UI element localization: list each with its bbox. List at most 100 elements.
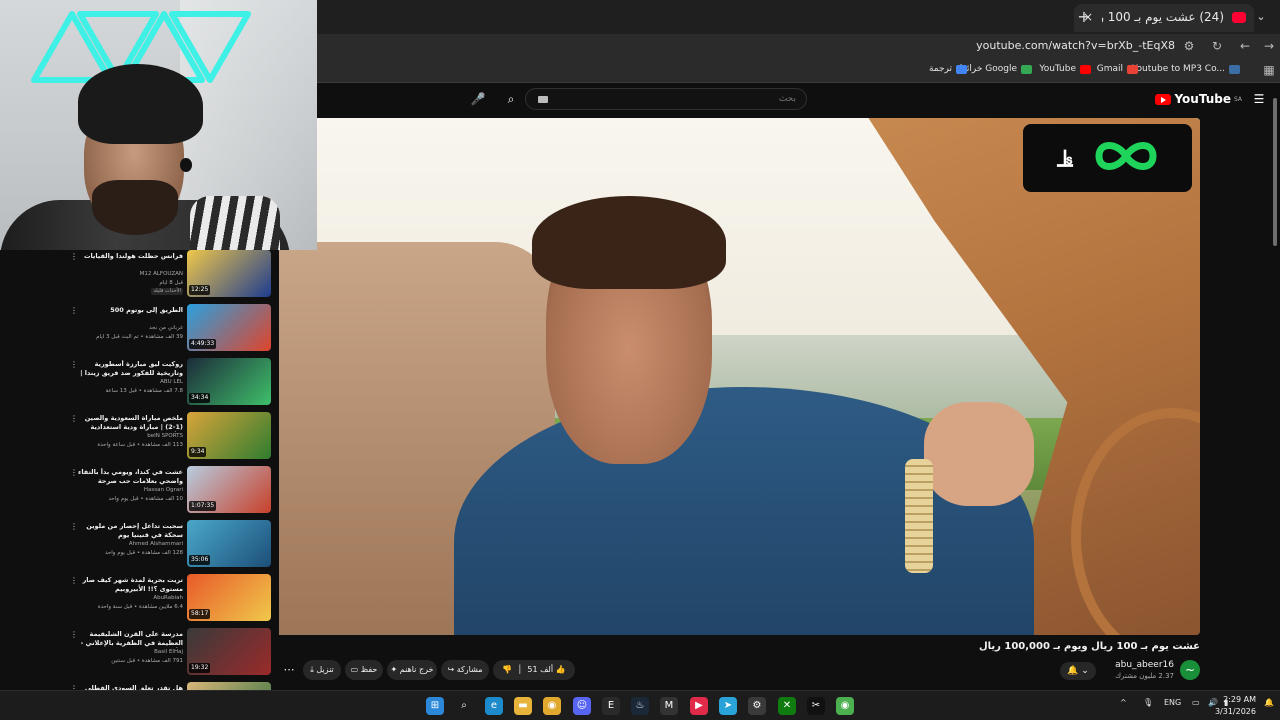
recommendation-title[interactable]: عشت في كندا، ويومي بدأ بالتقاء واضحي بعل… [73,468,183,486]
recommendation-duration: 19:32 [189,663,211,673]
webcam-shirt-stripes [190,196,280,250]
settings-icon[interactable]: ⚙ [748,697,766,715]
recommendation-item[interactable]: ⋮هل تقدر تعلق السودي الفطلي من حبهم؟ 5#P… [60,682,279,690]
language-indicator[interactable]: ENG [1164,698,1181,707]
keyboard-icon[interactable] [538,96,548,103]
recommendation-channel[interactable]: ABU LEL [73,379,183,385]
channel-avatar[interactable]: ~ [1180,660,1200,680]
recommendation-meta: 10 ألف مشاهدة • قبل يوم واحد [108,496,183,502]
search-button-icon[interactable]: ⌕ [500,88,522,110]
steam-icon[interactable]: ♨ [631,697,649,715]
forward-arrow-icon[interactable]: → [1260,37,1278,55]
save-button[interactable]: ▭ حفظ [345,660,383,680]
recommendation-channel[interactable]: beIN SPORTS [73,433,183,439]
recommendation-channel[interactable]: Hassan Ograri [73,487,183,493]
youtube-logo-text: YouTube [1174,92,1231,106]
recommendation-channel[interactable]: M12 ALFOUZAN [73,271,183,277]
recommendation-channel[interactable]: غرباني من نجد [73,325,183,331]
ea-app-icon[interactable]: M [660,697,678,715]
network-icon[interactable]: ▭ [1192,698,1200,707]
back-arrow-icon[interactable]: ← [1236,37,1254,55]
video-owner: ~ abu_abeer16 2.37 مليون مشترك 🔔 ⌄ [970,660,1200,684]
edge-icon[interactable]: e [485,697,503,715]
xbox-icon[interactable]: ✕ [778,697,796,715]
recommendation-thumbnail[interactable]: 19:32 [187,628,271,675]
menu-icon[interactable]: ☰ [1252,92,1266,106]
search-icon[interactable]: ⌕ [455,697,473,715]
system-clock[interactable]: 2:29 AM 3/31/2026 [1206,694,1256,718]
recommendation-title[interactable]: الطريق إلى بوتوم 500 [73,306,183,315]
channel-name[interactable]: abu_abeer16 [1115,660,1174,670]
voice-search-icon[interactable]: 🎤 [467,88,489,110]
site-settings-icon[interactable]: ⚙ [1180,37,1198,55]
recommendation-item[interactable]: ⋮ 4:49:33 الطريق إلى بوتوم 500 غرباني من نج… [60,304,279,358]
infinity-logo-icon [1095,142,1157,170]
apps-grid-icon[interactable]: ▦ [1260,61,1278,79]
notification-bell-button[interactable]: 🔔 ⌄ [1060,662,1096,680]
share-button[interactable]: ↪ مشاركة [441,660,489,680]
recommendation-title[interactable]: روكيت ليق مبارزة أسطورية وتاريخية للفكور… [73,360,183,378]
bookmark-youtube[interactable]: YouTube [1039,64,1091,74]
recommendation-title[interactable]: مدرسة على القرن الشليقيمة العظيمة في الظ… [73,630,183,648]
recommendation-item[interactable]: ⋮ 9:34 ملخص مباراة السعودية والصين (1-2) |… [60,412,279,466]
recommendation-meta: 791 ألف مشاهدة • قبل سنتين [111,658,183,664]
recommendation-item[interactable]: ⋮ 19:32 مدرسة على القرن الشليقيمة العظيمة … [60,628,279,682]
reload-icon[interactable]: ↻ [1208,37,1226,55]
bookmark-gmail[interactable]: Gmail [1097,64,1138,74]
recommendation-thumbnail[interactable]: 12:25 [187,250,271,297]
recommendation-title[interactable]: فرانس حظلت هولندا والقيايات [73,252,183,261]
dislike-icon[interactable]: 👎 [502,665,512,674]
bookmark-youtube-to-mp3[interactable]: Youtube to MP3 Co... [1132,64,1240,74]
recommendation-thumbnail[interactable]: 34:34 [187,358,271,405]
new-tab-button[interactable]: + [1074,7,1094,27]
webcam-beard [92,180,178,235]
recommendation-item[interactable]: ⋮ 35:06 سحبت تداعل إحصار من ملوين سحكة في … [60,520,279,574]
address-bar-url[interactable]: youtube.com/watch?v=brXb_-tEqX8 [976,39,1175,52]
windows-start-icon[interactable]: ⊞ [426,697,444,715]
video-frame-hand [923,402,1035,506]
search-box [525,88,807,110]
recommendation-title[interactable]: تريت بحرية لمدة شهر كيف صار مستوى ؟!! ال… [73,576,183,594]
recommendation-title[interactable]: ملخص مباراة السعودية والصين (1-2) | مبار… [73,414,183,432]
microphone-icon[interactable]: 🎙 [1143,698,1153,707]
recommendation-meta: 128 ألف مشاهدة • قبل يوم واحد [104,550,183,556]
recommendation-thumbnail[interactable]: 1:07:35 [187,466,271,513]
youtube-logo[interactable]: YouTube SA [1155,92,1242,106]
recommendation-thumbnail[interactable]: 58:17 [187,574,271,621]
like-icon[interactable]: 👍 [556,665,566,674]
recommendation-channel[interactable]: Ahmed Alshammari [73,541,183,547]
recommendation-item[interactable]: ⋮ 34:34 روكيت ليق مبارزة أسطورية وتاريخية … [60,358,279,412]
bookmark-translate[interactable]: ترجمة [929,64,967,74]
recommendation-item[interactable]: ⋮ 12:25 فرانس حظلت هولندا والقيايات M12 ALF… [60,250,279,304]
capcut-icon[interactable]: ✂ [807,697,825,715]
page-scrollbar[interactable] [1270,84,1280,689]
chrome-beta-icon[interactable]: ◉ [836,697,854,715]
recommendation-thumbnail[interactable]: 9:34 [187,412,271,459]
notifications-icon[interactable]: 🔔 [1264,698,1274,707]
more-actions-icon[interactable]: ⋯ [279,660,299,680]
epic-games-icon[interactable]: E [602,697,620,715]
media-player-icon[interactable]: ▶ [690,697,708,715]
ask-button[interactable]: ✦ خرج ناهنم [387,660,437,680]
recommendation-thumbnail[interactable]: 4:49:33 [187,304,271,351]
active-tab[interactable]: (24) عشت يوم بـ 100 ريال ويوم ... × [1074,4,1254,32]
recommendation-title[interactable]: سحبت تداعل إحصار من ملوين سحكة في قنينيا… [73,522,183,540]
recommendation-item[interactable]: ⋮ 58:17 تريت بحرية لمدة شهر كيف صار مستوى … [60,574,279,628]
maps-icon [1021,64,1032,74]
file-explorer-icon[interactable]: ▬ [514,697,532,715]
scrollbar-thumb[interactable] [1273,98,1277,246]
recommendation-item[interactable]: ⋮ 1:07:35 عشت في كندا، ويومي بدأ بالتقاء و… [60,466,279,520]
bookmark-google-maps[interactable]: خرائط Google [958,64,1032,74]
discord-icon[interactable]: ☺ [573,697,591,715]
chrome-icon[interactable]: ◉ [543,697,561,715]
recommendation-duration: 9:34 [189,447,207,457]
search-input[interactable] [556,92,796,106]
recommendation-thumbnail[interactable]: 35:06 [187,520,271,567]
video-player[interactable]: ⫡ [279,118,1200,635]
recommendation-channel[interactable]: AbuRabiah [73,595,183,601]
download-button[interactable]: ⤓ تنزيل [303,660,341,680]
telegram-icon[interactable]: ➤ [719,697,737,715]
recommendation-channel[interactable]: Basil ElHaj [73,649,183,655]
recommendation-thumbnail[interactable] [187,682,271,690]
tray-overflow-icon[interactable]: ^ [1120,698,1127,707]
